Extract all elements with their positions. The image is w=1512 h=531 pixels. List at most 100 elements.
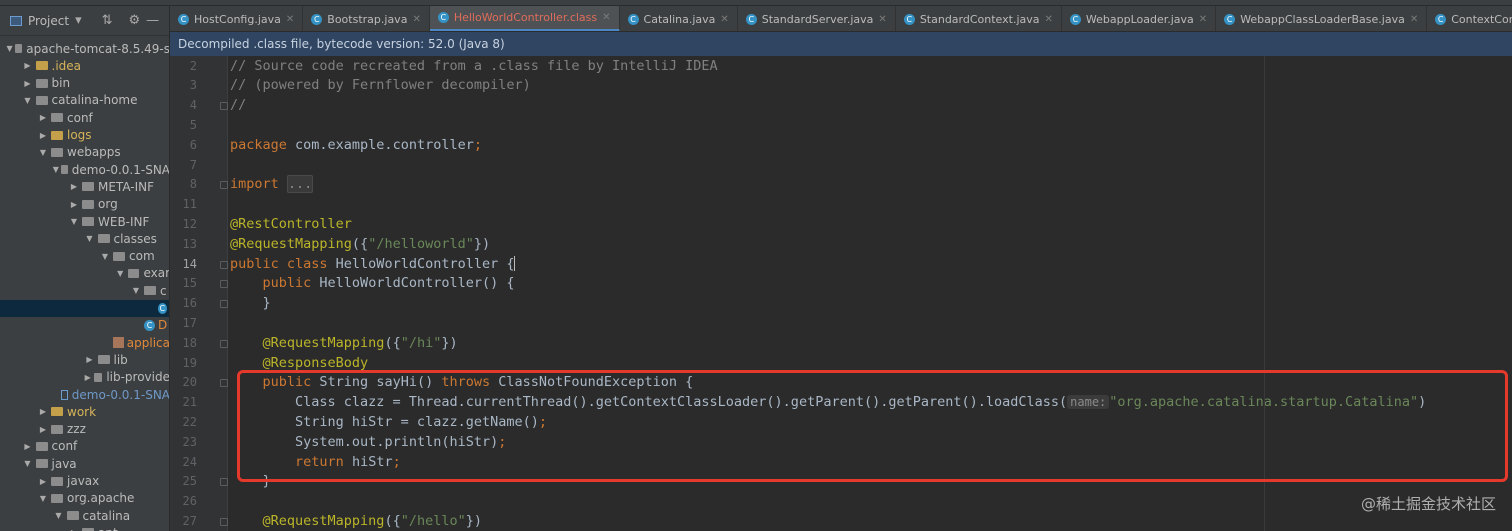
tree-node[interactable]: CD: [0, 317, 169, 334]
fold-marker-icon[interactable]: [220, 517, 228, 526]
expand-arrow-icon[interactable]: ▼: [53, 511, 65, 520]
gear-icon[interactable]: ⚙: [129, 13, 141, 28]
tree-node[interactable]: ▼ com: [0, 248, 169, 265]
expand-arrow-icon[interactable]: ▼: [99, 252, 111, 261]
tree-node[interactable]: ▶ conf: [0, 438, 169, 455]
tree-node[interactable]: ▶ org: [0, 196, 169, 213]
tree-node[interactable]: ▶ bin: [0, 75, 169, 92]
tree-node[interactable]: ▶ .idea: [0, 57, 169, 74]
code-line[interactable]: // (powered by Fernflower decompiler): [230, 76, 531, 96]
code-line[interactable]: public class HelloWorldController {: [230, 255, 516, 275]
fold-marker-icon[interactable]: [220, 379, 228, 388]
collapse-all-icon[interactable]: ⇅: [102, 13, 113, 28]
close-icon[interactable]: ✕: [1045, 14, 1053, 25]
tree-node[interactable]: ▼ catalina-home: [0, 92, 169, 109]
code-editor[interactable]: 2 3 4 5 6 7 8 11 12 13 14 15 16 17 18 19 20 21 22 23 24 25 26 2…: [170, 56, 1512, 531]
code-line[interactable]: public HelloWorldController() {: [230, 274, 515, 294]
tree-node[interactable]: ▼ WEB-INF: [0, 213, 169, 230]
expand-arrow-icon[interactable]: ▼: [53, 165, 60, 174]
collapse-arrow-icon[interactable]: ▶: [22, 79, 34, 88]
expand-arrow-icon[interactable]: ▼: [68, 217, 80, 226]
editor-tab[interactable]: C WebappLoader.java ✕: [1062, 6, 1217, 31]
collapse-arrow-icon[interactable]: ▶: [37, 131, 49, 140]
tree-node[interactable]: ▶ant: [0, 524, 169, 531]
collapse-arrow-icon[interactable]: ▶: [68, 182, 80, 191]
collapse-arrow-icon[interactable]: ▶: [68, 200, 80, 209]
expand-arrow-icon[interactable]: ▼: [84, 234, 96, 243]
close-icon[interactable]: ✕: [720, 14, 728, 25]
expand-arrow-icon[interactable]: ▼: [130, 286, 142, 295]
fold-marker-icon[interactable]: [220, 339, 228, 348]
editor-tab[interactable]: CContextConfig.java✕: [1427, 6, 1512, 31]
collapse-arrow-icon[interactable]: ▶: [22, 61, 34, 70]
tree-node[interactable]: ▶ javax: [0, 473, 169, 490]
tree-node[interactable]: ▼ org.apache: [0, 490, 169, 507]
tree-node[interactable]: ▼ java: [0, 455, 169, 472]
tree-node[interactable]: ▼ catalina: [0, 507, 169, 524]
close-icon[interactable]: ✕: [412, 14, 420, 25]
code-line[interactable]: //: [230, 96, 246, 116]
tree-node[interactable]: ▼ exar: [0, 265, 169, 282]
expand-arrow-icon[interactable]: ▼: [22, 96, 34, 105]
collapse-arrow-icon[interactable]: ▶: [22, 442, 34, 451]
close-icon[interactable]: ✕: [1410, 14, 1418, 25]
code-line[interactable]: @RequestMapping({"/helloworld"}): [230, 235, 490, 255]
close-icon[interactable]: ✕: [878, 14, 886, 25]
fold-marker-icon[interactable]: [220, 181, 228, 190]
tree-node[interactable]: ▼ classes: [0, 230, 169, 247]
tree-node[interactable]: ▶ work: [0, 403, 169, 420]
editor-tab[interactable]: C Bootstrap.java ✕: [303, 6, 430, 31]
code-line[interactable]: }: [230, 294, 271, 314]
code-line[interactable]: @RequestMapping({"/hi"}): [230, 334, 458, 354]
collapse-arrow-icon[interactable]: ▶: [37, 425, 49, 434]
collapse-arrow-icon[interactable]: ▶: [84, 373, 92, 382]
line-number-gutter[interactable]: 2 3 4 5 6 7 8 11 12 13 14 15 16 17 18 19 20 21 22 23 24 25 26 2…: [170, 56, 228, 531]
collapse-arrow-icon[interactable]: ▶: [84, 355, 96, 364]
project-view-selector[interactable]: Project: [28, 14, 69, 28]
hide-panel-icon[interactable]: —: [146, 13, 159, 28]
tree-node[interactable]: C: [0, 299, 169, 317]
editor-tab[interactable]: C StandardServer.java ✕: [738, 6, 896, 31]
expand-arrow-icon[interactable]: ▼: [37, 494, 49, 503]
tree-node[interactable]: ▼ apache-tomcat-8.5.49-s: [0, 40, 169, 57]
code-line[interactable]: package com.example.controller;: [230, 136, 482, 156]
code-line[interactable]: import ...: [230, 175, 314, 195]
editor-tab[interactable]: C HostConfig.java ✕: [170, 6, 304, 31]
folded-imports[interactable]: ...: [286, 175, 314, 194]
tree-node[interactable]: ▶ conf: [0, 109, 169, 126]
code-line[interactable]: @RestController: [230, 215, 352, 235]
tree-node[interactable]: ▼ demo-0.0.1-SNA: [0, 161, 169, 178]
collapse-arrow-icon[interactable]: ▶: [37, 113, 49, 122]
editor-tab[interactable]: C Catalina.java ✕: [620, 6, 738, 31]
tree-node[interactable]: ▶ logs: [0, 127, 169, 144]
collapse-arrow-icon[interactable]: ▶: [37, 407, 49, 416]
fold-marker-icon[interactable]: [220, 478, 228, 487]
fold-marker-icon[interactable]: [220, 102, 228, 111]
tree-node[interactable]: ▼ c: [0, 282, 169, 299]
chevron-down-icon[interactable]: ▾: [75, 13, 82, 28]
project-view-icon[interactable]: [10, 15, 22, 26]
tree-node[interactable]: ▶ zzz: [0, 421, 169, 438]
editor-tab[interactable]: C HelloWorldController.class ✕: [429, 6, 620, 31]
tree-node[interactable]: ▶ META-INF: [0, 178, 169, 195]
fold-marker-icon[interactable]: [220, 260, 228, 269]
collapse-arrow-icon[interactable]: ▶: [37, 477, 49, 486]
close-icon[interactable]: ✕: [602, 12, 610, 23]
expand-arrow-icon[interactable]: ▼: [37, 148, 49, 157]
tree-node[interactable]: demo-0.0.1-SNA: [0, 386, 169, 403]
expand-arrow-icon[interactable]: ▼: [22, 459, 34, 468]
close-icon[interactable]: ✕: [286, 14, 294, 25]
fold-marker-icon[interactable]: [220, 280, 228, 289]
code-line[interactable]: // Source code recreated from a .class f…: [230, 57, 718, 77]
expand-arrow-icon[interactable]: ▼: [115, 269, 126, 278]
fold-marker-icon[interactable]: [220, 300, 228, 309]
tree-node[interactable]: applica: [0, 334, 169, 351]
editor-tab[interactable]: C StandardContext.java ✕: [896, 6, 1062, 31]
tree-node[interactable]: ▶ lib: [0, 351, 169, 368]
code-line[interactable]: @RequestMapping({"/hello"}): [230, 512, 482, 531]
editor-tab[interactable]: C WebappClassLoaderBase.java ✕: [1216, 6, 1428, 31]
tree-node[interactable]: ▼ webapps: [0, 144, 169, 161]
close-icon[interactable]: ✕: [1199, 14, 1207, 25]
expand-arrow-icon[interactable]: ▼: [6, 44, 13, 53]
tree-node[interactable]: ▶ lib-provide: [0, 369, 169, 386]
